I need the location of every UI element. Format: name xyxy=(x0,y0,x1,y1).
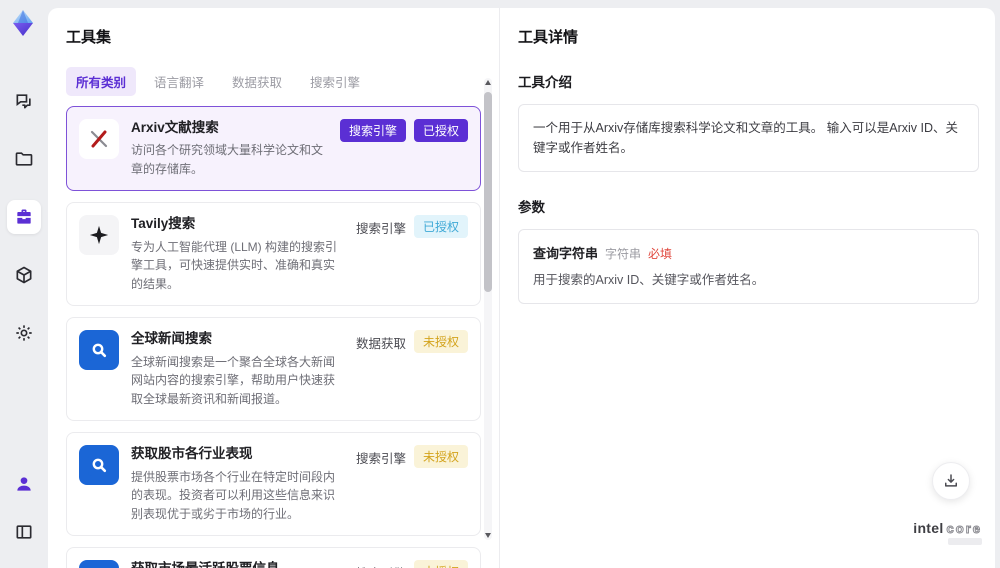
tool-description: 访问各个研究领域大量科学论文和文章的存储库。 xyxy=(131,141,328,178)
user-icon[interactable] xyxy=(7,467,41,501)
tool-card[interactable]: Tavily搜索 专为人工智能代理 (LLM) 构建的搜索引擎工具，可快速提供实… xyxy=(66,202,481,306)
left-rail xyxy=(0,0,48,563)
tool-category-label: 搜索引擎 xyxy=(356,560,406,568)
param-required-flag: 必填 xyxy=(648,245,672,262)
search-blue-icon xyxy=(79,445,119,485)
tool-category-label: 搜索引擎 xyxy=(356,215,406,240)
app-logo xyxy=(8,8,38,38)
tool-card[interactable]: Arxiv文献搜索 访问各个研究领域大量科学论文和文章的存储库。 搜索引擎 已授… xyxy=(66,106,481,191)
scrollbar-thumb[interactable] xyxy=(484,92,492,292)
detail-title: 工具详情 xyxy=(518,26,979,47)
tool-title: Arxiv文献搜索 xyxy=(131,119,328,137)
category-tab-3[interactable]: 搜索引擎 xyxy=(300,67,370,96)
tool-description: 全球新闻搜索是一个聚合全球各大新闻网站内容的搜索引擎，帮助用户快速获取全球最新资… xyxy=(131,353,344,409)
tool-category-label: 搜索引擎 xyxy=(356,445,406,470)
tool-list: Arxiv文献搜索 访问各个研究领域大量科学论文和文章的存储库。 搜索引擎 已授… xyxy=(66,106,481,568)
tool-card[interactable]: 获取股市各行业表现 提供股票市场各个行业在特定时间段内的表现。投资者可以利用这些… xyxy=(66,432,481,536)
param-type: 字符串 xyxy=(605,245,641,262)
panel-icon[interactable] xyxy=(7,515,41,549)
intel-sub-badge xyxy=(948,538,982,545)
tool-description: 提供股票市场各个行业在特定时间段内的表现。投资者可以利用这些信息来识别表现优于或… xyxy=(131,468,344,524)
arxiv-icon xyxy=(79,119,119,159)
intro-text: 一个用于从Arxiv存储库搜索科学论文和文章的工具。 输入可以是Arxiv ID… xyxy=(533,118,964,158)
tool-list-panel: 工具集 所有类别语言翻译数据获取搜索引擎 Arxiv文献搜索 访问各个研究领域大… xyxy=(48,8,500,568)
params-heading: 参数 xyxy=(518,196,979,216)
status-badge: 未授权 xyxy=(414,560,468,568)
tool-category-label: 数据获取 xyxy=(356,330,406,355)
param-box: 查询字符串 字符串 必填 用于搜索的Arxiv ID、关键字或作者姓名。 xyxy=(518,229,979,304)
intro-box: 一个用于从Arxiv存储库搜索科学论文和文章的工具。 输入可以是Arxiv ID… xyxy=(518,104,979,172)
scroll-down-arrow-icon[interactable] xyxy=(485,533,491,538)
tavily-icon xyxy=(79,215,119,255)
main-shell: 工具集 所有类别语言翻译数据获取搜索引擎 Arxiv文献搜索 访问各个研究领域大… xyxy=(48,8,995,568)
download-button[interactable] xyxy=(932,462,970,500)
page-title: 工具集 xyxy=(66,26,499,47)
tool-category-label: 搜索引擎 xyxy=(340,119,406,142)
tool-description: 专为人工智能代理 (LLM) 构建的搜索引擎工具，可快速提供实时、准确和真实的结… xyxy=(131,238,344,294)
param-name: 查询字符串 xyxy=(533,243,598,262)
tool-title: 全球新闻搜索 xyxy=(131,330,344,348)
tool-title: Tavily搜索 xyxy=(131,215,344,233)
intro-heading: 工具介绍 xyxy=(518,71,979,91)
category-tabs: 所有类别语言翻译数据获取搜索引擎 xyxy=(66,67,499,96)
chat-icon[interactable] xyxy=(7,84,41,118)
tool-title: 获取市场最活跃股票信息 xyxy=(131,560,344,568)
param-desc: 用于搜索的Arxiv ID、关键字或作者姓名。 xyxy=(533,271,964,290)
tool-card[interactable]: 获取市场最活跃股票信息 提供当天交易量最高的股票列表，投资者可以利用这些信息来识… xyxy=(66,547,481,568)
status-badge: 已授权 xyxy=(414,215,468,238)
category-tab-0[interactable]: 所有类别 xyxy=(66,67,136,96)
status-badge: 已授权 xyxy=(414,119,468,142)
scroll-up-arrow-icon[interactable] xyxy=(485,80,491,85)
folder-icon[interactable] xyxy=(7,142,41,176)
gear-icon[interactable] xyxy=(7,316,41,350)
intel-core-logo: intel core xyxy=(913,521,982,545)
core-wordmark: core xyxy=(947,522,982,535)
status-badge: 未授权 xyxy=(414,330,468,353)
cube-icon[interactable] xyxy=(7,258,41,292)
intel-wordmark: intel xyxy=(913,521,943,535)
category-tab-1[interactable]: 语言翻译 xyxy=(144,67,214,96)
search-blue-icon xyxy=(79,560,119,568)
category-tab-2[interactable]: 数据获取 xyxy=(222,67,292,96)
toolbox-icon[interactable] xyxy=(7,200,41,234)
tool-detail-panel: 工具详情 工具介绍 一个用于从Arxiv存储库搜索科学论文和文章的工具。 输入可… xyxy=(500,8,995,568)
tool-card[interactable]: 全球新闻搜索 全球新闻搜索是一个聚合全球各大新闻网站内容的搜索引擎，帮助用户快速… xyxy=(66,317,481,421)
tool-title: 获取股市各行业表现 xyxy=(131,445,344,463)
search-blue-icon xyxy=(79,330,119,370)
status-badge: 未授权 xyxy=(414,445,468,468)
scrollbar[interactable] xyxy=(484,78,492,540)
